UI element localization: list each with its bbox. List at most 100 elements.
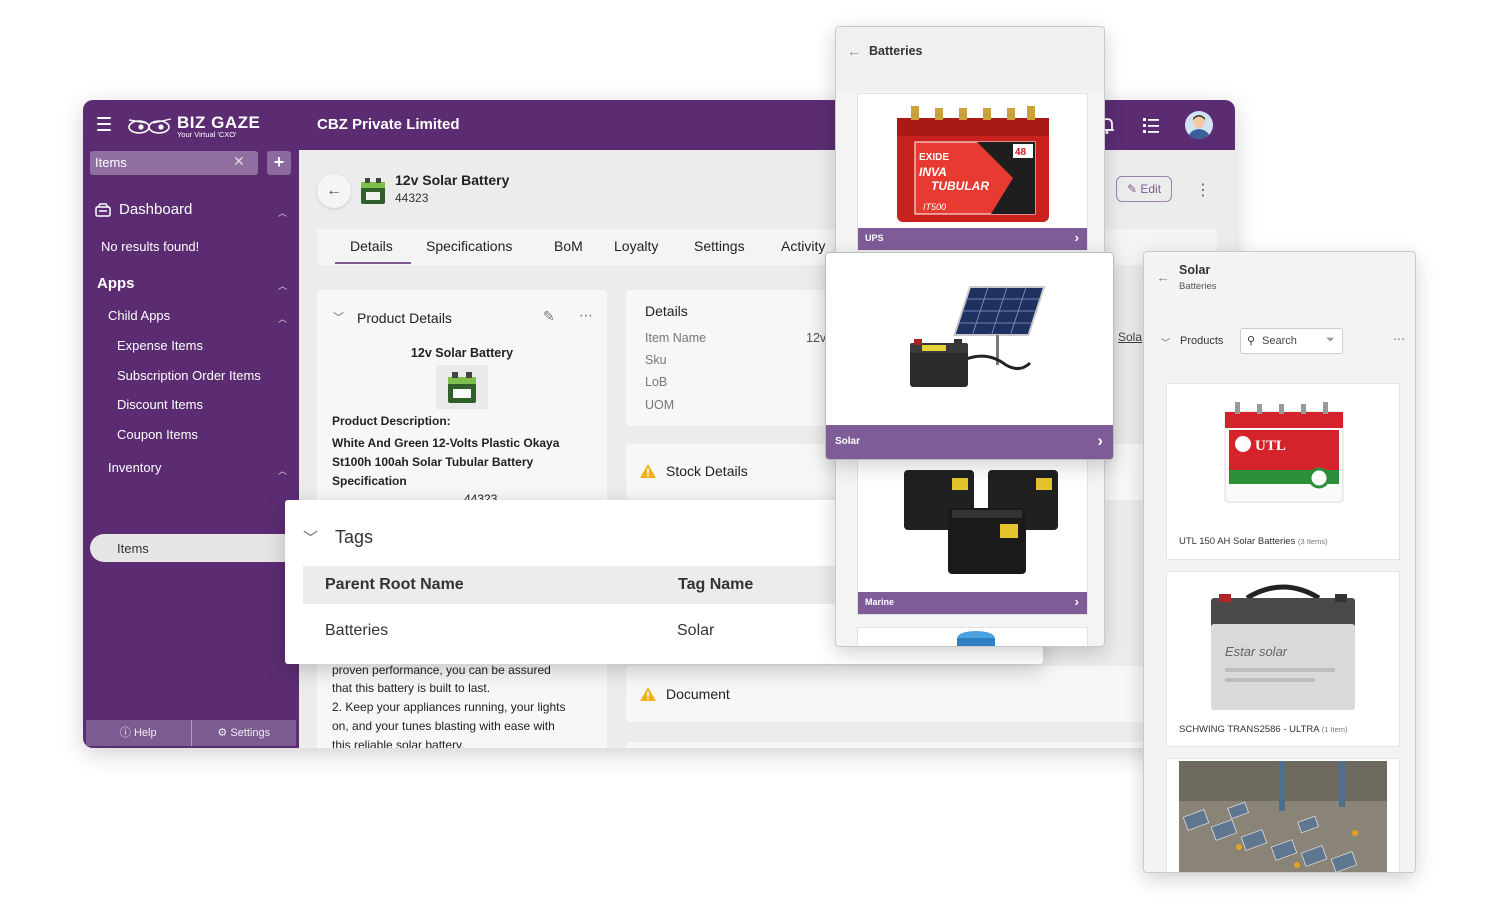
sidebar-item-discount-items[interactable]: Discount Items [117, 397, 203, 412]
warning-icon [640, 464, 656, 478]
tile-label: UPS [865, 233, 884, 243]
products-label: Products [1180, 335, 1224, 347]
chevron-down-icon[interactable]: ﹀ [1161, 336, 1170, 349]
pencil-icon[interactable]: ✎ [543, 308, 555, 325]
chevron-right-icon: › [1074, 230, 1079, 245]
tile-label: Marine [865, 597, 895, 607]
sidebar-footer: ⓘ Help ⚙ Settings [86, 720, 296, 746]
arrow-left-icon[interactable]: ← [1156, 269, 1170, 285]
chevron-down-icon[interactable]: ﹀ [333, 309, 344, 325]
tab-bom[interactable]: BoM [554, 238, 583, 254]
tile-bar: Solar › [826, 425, 1113, 459]
sidebar-item-expense-items[interactable]: Expense Items [117, 338, 203, 353]
column-header-tag-name: Tag Name [678, 576, 754, 593]
search-placeholder: Search [1262, 335, 1297, 347]
clear-icon[interactable]: ✕ [233, 153, 245, 170]
sidebar-item-coupon-items[interactable]: Coupon Items [117, 427, 198, 442]
document-card: Document [626, 666, 1166, 722]
sidebar-item-subscription-order-items[interactable]: Subscription Order Items [117, 368, 261, 383]
tab-loyalty[interactable]: Loyalty [614, 238, 658, 254]
product-count: (1 Item) [1321, 725, 1348, 734]
solar-battery-image [910, 286, 1046, 387]
list-icon[interactable] [1140, 114, 1162, 136]
edit-label: Edit [1140, 182, 1162, 196]
battery-model-text: IT500 [923, 202, 946, 212]
related-link[interactable]: Sola [1118, 330, 1142, 344]
product-title: UTL 150 AH Solar Batteries [1179, 536, 1296, 547]
cell-tag-name: Solar [677, 622, 715, 639]
tab-specifications[interactable]: Specifications [426, 238, 512, 254]
utl-brand-text: UTL [1255, 438, 1286, 454]
product-description-line: Specification [332, 474, 407, 488]
category-tile-ups[interactable]: EXIDE INVA TUBULAR IT500 48 UPS › [857, 93, 1088, 251]
field-label-item-name: Item Name [645, 331, 707, 345]
category-tile-solar[interactable]: Solar › [825, 252, 1114, 460]
arrow-left-icon[interactable]: ← [847, 43, 861, 59]
sidebar-item-items[interactable]: Items [90, 534, 299, 562]
sidebar: Items ✕ + Dashboard ︿ No results found! … [83, 150, 299, 748]
chevron-up-icon[interactable]: ︿ [278, 206, 287, 219]
company-name[interactable]: CBZ Private Limited [317, 116, 460, 133]
product-benefit-line: this reliable solar battery. [332, 738, 465, 748]
category-tile-marine[interactable]: Marine › [857, 451, 1088, 615]
dashboard-icon [95, 202, 111, 217]
solar-lights-image [1179, 761, 1387, 872]
warning-icon [640, 687, 656, 701]
solar-panel-subtitle: Batteries [1179, 281, 1217, 292]
chevron-up-icon[interactable]: ︿ [278, 312, 287, 325]
document-title: Document [666, 686, 730, 702]
back-button[interactable]: ← [317, 174, 351, 208]
category-tile[interactable] [857, 627, 1088, 646]
product-details-title: Product Details [357, 310, 452, 326]
tab-activity[interactable]: Activity [781, 238, 825, 254]
chevron-up-icon[interactable]: ︿ [278, 464, 287, 477]
sidebar-item-inventory[interactable]: Inventory [108, 460, 161, 475]
tab-settings[interactable]: Settings [694, 238, 745, 254]
product-card-schwing[interactable]: Estar solar SCHWING TRANS2586 - ULTRA (1… [1166, 571, 1400, 747]
add-button[interactable]: + [267, 151, 291, 175]
tab-details[interactable]: Details [350, 238, 393, 254]
sidebar-search-value[interactable]: Items [95, 155, 127, 170]
chevron-right-icon: › [1074, 594, 1079, 609]
batteries-panel-header: ← Batteries [836, 27, 1104, 91]
product-benefit-line: that this battery is built to last. [332, 681, 491, 695]
battery-capacity-text: 48 [1015, 147, 1027, 158]
product-description-line: White And Green 12-Volts Plastic Okaya [332, 436, 560, 450]
product-card[interactable] [1166, 758, 1400, 872]
product-title: SCHWING TRANS2586 - ULTRA [1179, 724, 1320, 735]
product-card-utl[interactable]: UTL UTL 150 AH Solar Batteries (3 Items) [1166, 383, 1400, 560]
product-benefit-line: on, and your tunes blasting with ease wi… [332, 719, 555, 733]
avatar[interactable] [1185, 111, 1213, 139]
no-results-text: No results found! [101, 239, 200, 254]
next-card [626, 742, 1166, 748]
chevron-up-icon[interactable]: ︿ [278, 279, 287, 292]
sidebar-section-apps[interactable]: Apps [97, 275, 135, 292]
sidebar-item-items-label: Items [117, 541, 149, 556]
chevron-down-icon[interactable]: ﹀ [303, 527, 318, 548]
search-icon: ⚲ [1247, 335, 1256, 347]
more-icon[interactable]: ⋯ [1393, 332, 1405, 346]
more-icon[interactable]: ⋮ [1195, 180, 1211, 200]
filter-icon[interactable]: ⏷ [1326, 334, 1335, 347]
help-label: Help [133, 727, 157, 739]
pencil-icon: ✎ [1126, 182, 1138, 196]
settings-label: Settings [230, 727, 271, 739]
more-icon[interactable]: ⋯ [579, 307, 593, 324]
estar-battery-image: Estar solar [1211, 584, 1355, 710]
sidebar-item-child-apps[interactable]: Child Apps [108, 308, 170, 323]
chevron-right-icon: › [1097, 431, 1103, 450]
product-image [436, 365, 488, 409]
product-search-input[interactable]: ⚲ Search ⏷ [1240, 328, 1343, 354]
help-button[interactable]: ⓘ Help [86, 720, 191, 746]
logo-eyes-icon [128, 118, 172, 134]
column-header-parent-root-name: Parent Root Name [325, 576, 464, 593]
menu-icon[interactable] [97, 117, 111, 131]
brand-logo[interactable]: BIZ GAZE Your Virtual 'CXO' [127, 110, 260, 142]
battery-line-text: INVA [919, 165, 947, 179]
sidebar-item-dashboard[interactable]: Dashboard [95, 201, 192, 218]
field-label-lob: LoB [645, 375, 668, 389]
battery-brand-text: EXIDE [919, 152, 949, 163]
edit-button[interactable]: ✎ Edit [1116, 176, 1172, 202]
settings-button[interactable]: ⚙ Settings [190, 720, 297, 746]
active-tab-indicator [335, 262, 411, 264]
